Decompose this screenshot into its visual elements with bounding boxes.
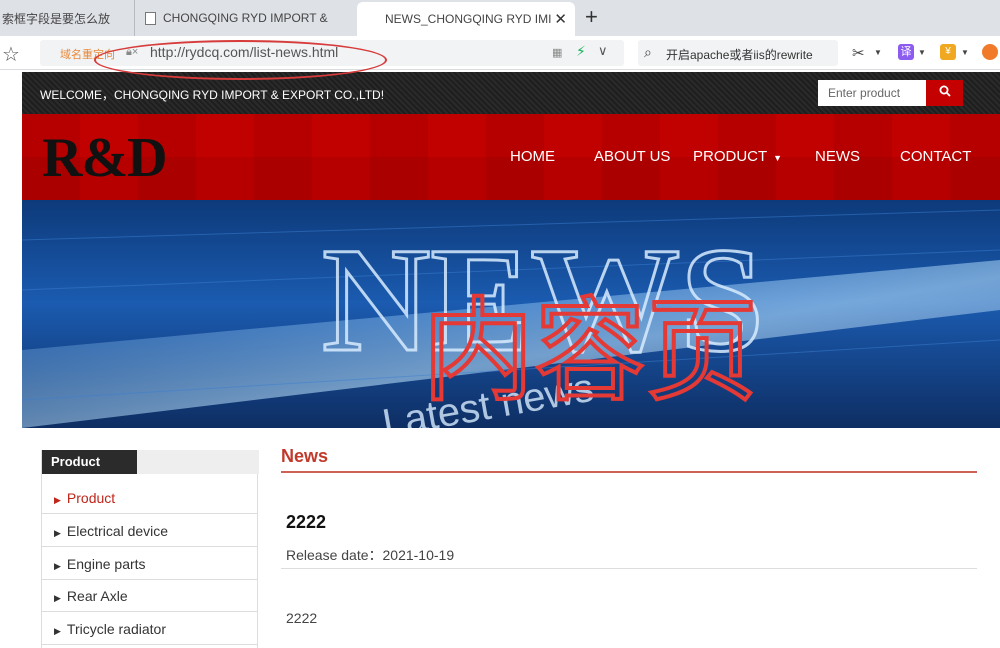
game-extension-icon[interactable] [982, 44, 998, 60]
sidebar-item-label: Product [66, 490, 116, 506]
tab-label: NEWS_CHONGQING RYD IMI [385, 12, 551, 26]
nav-home[interactable]: HOME [510, 148, 555, 165]
article-divider [281, 568, 977, 569]
triangle-right-icon: ▶ [54, 626, 61, 636]
browser-tab-2[interactable]: CHONGQING RYD IMPORT & [134, 0, 352, 36]
release-date: Release date：2021-10-19 [286, 547, 455, 563]
article-title: 2222 [286, 512, 327, 532]
sidebar-item-rear-axle[interactable]: ▶ Rear Axle [42, 580, 257, 612]
lightning-icon[interactable]: ⚡ [576, 43, 586, 60]
chevron-down-icon[interactable]: ▼ [961, 48, 969, 57]
sidebar-item-label: Rear Axle [66, 588, 128, 604]
triangle-right-icon: ▶ [54, 593, 61, 603]
chevron-down-icon[interactable]: ▼ [918, 48, 926, 57]
tab-label: CHONGQING RYD IMPORT & [163, 11, 328, 25]
browser-tab-bar: 索框字段是要怎么放 CHONGQING RYD IMPORT & NEWS_CH… [0, 0, 1000, 36]
tab-label: 索框字段是要怎么放 [2, 11, 111, 26]
browser-search-text[interactable]: 开启apache或者iis的rewrite [666, 46, 813, 63]
site-logo[interactable]: R&D [42, 126, 168, 190]
search-icon [939, 85, 951, 97]
sidebar-heading: Product [42, 450, 137, 474]
qr-code-icon[interactable]: ▦ [552, 46, 562, 59]
triangle-right-icon: ▶ [54, 495, 61, 505]
nav-product-label: PRODUCT [693, 148, 768, 165]
shopping-extension-icon[interactable]: ¥ [940, 44, 956, 60]
top-strip: WELCOME，CHONGQING RYD IMPORT & EXPORT CO… [22, 72, 1000, 114]
search-icon: ⌕ [644, 44, 652, 60]
main-nav: R&D HOME ABOUT US PRODUCT ▼ NEWS CONTACT [22, 114, 1000, 200]
welcome-text: WELCOME，CHONGQING RYD IMPORT & EXPORT CO… [40, 88, 385, 102]
annotation-handwriting: 内容页 [422, 287, 758, 417]
sidebar-item-electrical-device[interactable]: ▶ Electrical device [42, 515, 257, 547]
triangle-right-icon: ▶ [54, 528, 61, 538]
triangle-right-icon: ▶ [54, 561, 61, 571]
sidebar-item-product[interactable]: ▶ Product [42, 482, 257, 514]
sidebar-item-label: Electrical device [66, 523, 169, 539]
translate-extension-icon[interactable]: 译 [898, 44, 914, 60]
website: WELCOME，CHONGQING RYD IMPORT & EXPORT CO… [22, 72, 1000, 648]
product-search-button[interactable] [926, 80, 963, 106]
section-divider [281, 471, 977, 473]
sidebar-item-tricycle-radiator[interactable]: ▶ Tricycle radiator [42, 613, 257, 645]
product-sidebar: Product ▶ Product ▶ Electrical device ▶ Eng… [41, 450, 259, 648]
nav-product[interactable]: PRODUCT ▼ [693, 148, 782, 165]
sidebar-item-label: Tricycle radiator [66, 621, 166, 637]
close-tab-icon[interactable]: ✕ [554, 10, 567, 28]
browser-tab-active[interactable]: NEWS_CHONGQING RYD IMI ✕ [357, 2, 575, 36]
bookmark-star-icon[interactable]: ☆ [2, 42, 20, 67]
annotation-oval [94, 40, 387, 80]
nav-about-us[interactable]: ABOUT US [594, 148, 670, 165]
sidebar-item-label: Engine parts [66, 556, 146, 572]
scissors-icon[interactable]: ✂ [852, 44, 865, 62]
article-body: 2222 [286, 610, 318, 626]
document-icon [145, 11, 156, 25]
nav-news[interactable]: NEWS [815, 148, 860, 165]
new-tab-button[interactable]: + [585, 4, 598, 30]
news-banner: NEWS Latest news 内容页 [22, 200, 1000, 428]
section-title: News [281, 446, 329, 466]
sidebar-item-engine-parts[interactable]: ▶ Engine parts [42, 548, 257, 580]
chevron-down-icon: ▼ [773, 153, 783, 163]
browser-tab-1[interactable]: 索框字段是要怎么放 [0, 0, 132, 36]
chevron-down-icon[interactable]: ∨ [598, 43, 608, 59]
banner-graphic: NEWS Latest news 内容页 [22, 209, 1000, 428]
product-search-input[interactable] [818, 80, 926, 106]
chevron-down-icon[interactable]: ▼ [874, 48, 882, 57]
browser-search-box[interactable]: ⌕ 开启apache或者iis的rewrite [638, 40, 838, 66]
nav-contact[interactable]: CONTACT [900, 148, 971, 165]
